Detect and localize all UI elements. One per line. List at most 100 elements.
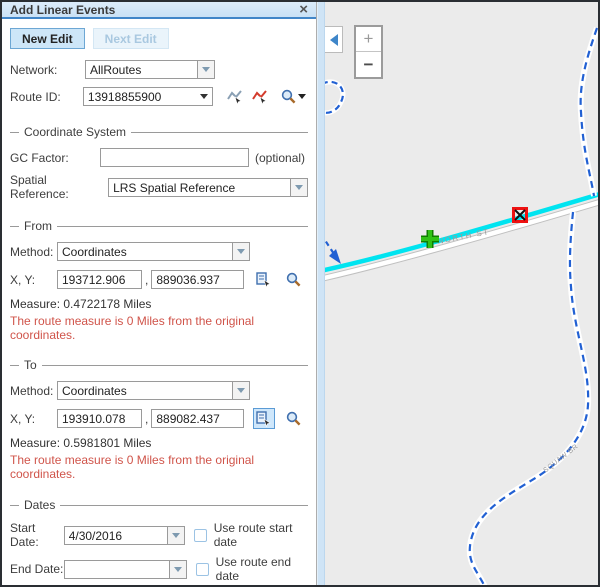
- panel-map-splitter[interactable]: [317, 2, 325, 585]
- from-measure-label: Measure:: [10, 297, 60, 311]
- to-method-value: Coordinates: [58, 382, 232, 399]
- to-warning: The route measure is 0 Miles from the or…: [10, 453, 308, 481]
- panel-body: New Edit Next Edit Network: AllRoutes Ro…: [2, 19, 316, 587]
- network-row: Network: AllRoutes: [10, 60, 308, 79]
- zoom-in-button[interactable]: +: [356, 27, 381, 52]
- coordinate-system-legend-text: Coordinate System: [24, 125, 126, 139]
- panel-header: Add Linear Events ×: [2, 2, 316, 19]
- to-y-input[interactable]: [151, 409, 244, 428]
- start-date-dropdown-button[interactable]: [167, 527, 184, 544]
- from-method-select[interactable]: Coordinates: [57, 242, 250, 261]
- to-measure-label: Measure:: [10, 436, 60, 450]
- spatial-reference-value: LRS Spatial Reference: [109, 179, 290, 196]
- map-view[interactable]: NORTH ST SQUAW BR: [325, 2, 598, 585]
- zoom-out-button[interactable]: −: [356, 52, 381, 77]
- xy-separator: ,: [145, 412, 148, 426]
- use-route-end-date-label: Use route end date: [216, 555, 308, 583]
- magnifier-icon: [286, 411, 301, 426]
- magnifier-icon: [281, 89, 296, 104]
- chevron-left-icon: [330, 34, 338, 46]
- panel-title: Add Linear Events: [10, 3, 299, 17]
- from-xy-label: X, Y:: [10, 273, 57, 287]
- to-zoom-to-location-button[interactable]: [282, 408, 304, 429]
- to-xy-label: X, Y:: [10, 412, 57, 426]
- close-icon[interactable]: ×: [299, 2, 308, 17]
- end-date-label: End Date:: [10, 562, 64, 576]
- map-zoom-control: + −: [354, 25, 383, 79]
- select-route-on-map-button[interactable]: [224, 86, 245, 107]
- start-date-row: Start Date: 4/30/2016 Use route start da…: [10, 521, 308, 549]
- from-measure-value: 0.4722178 Miles: [63, 297, 151, 311]
- end-date-select[interactable]: [64, 560, 186, 579]
- chevron-down-icon[interactable]: [200, 94, 208, 99]
- stream-line: [325, 234, 334, 254]
- to-x-input[interactable]: [57, 409, 142, 428]
- from-method-value: Coordinates: [58, 243, 232, 260]
- zoom-to-route-button[interactable]: [279, 86, 308, 107]
- to-legend: To: [10, 358, 308, 372]
- optional-hint: (optional): [255, 151, 305, 165]
- end-date-value: [65, 561, 168, 578]
- dates-legend: Dates: [10, 498, 308, 512]
- to-method-select[interactable]: Coordinates: [57, 381, 250, 400]
- network-dropdown-button[interactable]: [197, 61, 214, 78]
- route-id-row: Route ID:: [10, 86, 308, 107]
- gc-factor-input[interactable]: [100, 148, 249, 167]
- to-pick-location-button[interactable]: [253, 408, 275, 429]
- use-route-start-date-label: Use route start date: [214, 521, 308, 549]
- start-date-select[interactable]: 4/30/2016: [64, 526, 185, 545]
- spatial-reference-select[interactable]: LRS Spatial Reference: [108, 178, 308, 197]
- from-method-label: Method:: [10, 245, 57, 259]
- use-route-start-date-checkbox[interactable]: [194, 529, 207, 542]
- route-id-combo[interactable]: [83, 87, 213, 106]
- map-canvas: NORTH ST SQUAW BR: [325, 2, 598, 585]
- coordinate-system-legend: Coordinate System: [10, 125, 308, 139]
- chevron-down-icon: [295, 185, 303, 190]
- from-pick-location-button[interactable]: [253, 269, 275, 290]
- from-y-input[interactable]: [151, 270, 244, 289]
- route-picker-icon: [227, 89, 243, 105]
- chevron-down-icon: [202, 67, 210, 72]
- stream-halo: [325, 82, 343, 113]
- route-picker-red-icon: [252, 89, 268, 105]
- chevron-down-icon[interactable]: [298, 94, 306, 99]
- route-id-input[interactable]: [84, 90, 200, 104]
- coordinate-picker-icon: [256, 411, 272, 427]
- chevron-down-icon: [237, 388, 245, 393]
- magnifier-icon: [286, 272, 301, 287]
- from-xy-row: X, Y: ,: [10, 269, 308, 290]
- stream-arrow-icon: [329, 249, 341, 264]
- new-edit-button[interactable]: New Edit: [10, 28, 85, 49]
- xy-separator: ,: [145, 273, 148, 287]
- chevron-down-icon: [172, 533, 180, 538]
- from-legend-text: From: [24, 219, 52, 233]
- spatial-reference-row: Spatial Reference: LRS Spatial Reference: [10, 173, 308, 201]
- to-measure: Measure: 0.5981801 Miles: [10, 436, 308, 450]
- chevron-down-icon: [237, 249, 245, 254]
- from-method-row: Method: Coordinates: [10, 242, 308, 261]
- start-date-label: Start Date:: [10, 521, 64, 549]
- stream-name-label: SQUAW BR: [542, 443, 579, 474]
- end-date-dropdown-button[interactable]: [169, 561, 186, 578]
- end-date-row: End Date: Use route end date: [10, 555, 308, 583]
- from-x-input[interactable]: [57, 270, 142, 289]
- stream-halo: [470, 212, 588, 585]
- from-method-dropdown-button[interactable]: [232, 243, 249, 260]
- collapse-panel-button[interactable]: [325, 26, 343, 53]
- to-method-row: Method: Coordinates: [10, 381, 308, 400]
- network-select[interactable]: AllRoutes: [85, 60, 215, 79]
- to-method-label: Method:: [10, 384, 57, 398]
- dates-legend-text: Dates: [24, 498, 55, 512]
- next-edit-button: Next Edit: [93, 28, 169, 49]
- network-label: Network:: [10, 63, 85, 77]
- from-warning: The route measure is 0 Miles from the or…: [10, 314, 308, 342]
- network-value: AllRoutes: [86, 61, 197, 78]
- spatial-reference-label: Spatial Reference:: [10, 173, 99, 201]
- spatial-reference-dropdown-button[interactable]: [290, 179, 307, 196]
- from-zoom-to-location-button[interactable]: [282, 269, 304, 290]
- route-id-label: Route ID:: [10, 90, 83, 104]
- start-date-value: 4/30/2016: [65, 527, 167, 544]
- use-route-end-date-checkbox[interactable]: [196, 563, 209, 576]
- to-method-dropdown-button[interactable]: [232, 382, 249, 399]
- clear-route-selection-button[interactable]: [249, 86, 270, 107]
